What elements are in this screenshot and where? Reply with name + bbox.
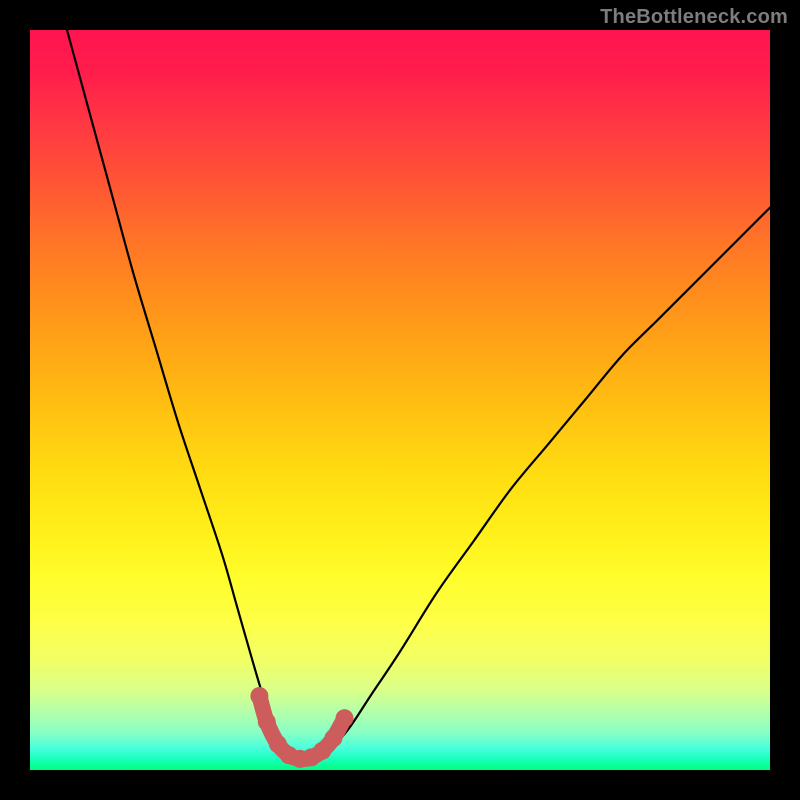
good-zone-marker: [250, 687, 353, 768]
good-zone-dot: [258, 713, 276, 731]
good-zone-dot: [336, 709, 354, 727]
watermark-text: TheBottleneck.com: [600, 6, 788, 29]
chart-overlay: [30, 30, 770, 770]
good-zone-dot: [250, 687, 268, 705]
good-zone-dot: [324, 729, 342, 747]
chart-frame: TheBottleneck.com: [0, 0, 800, 800]
bottleneck-curve: [67, 30, 770, 761]
